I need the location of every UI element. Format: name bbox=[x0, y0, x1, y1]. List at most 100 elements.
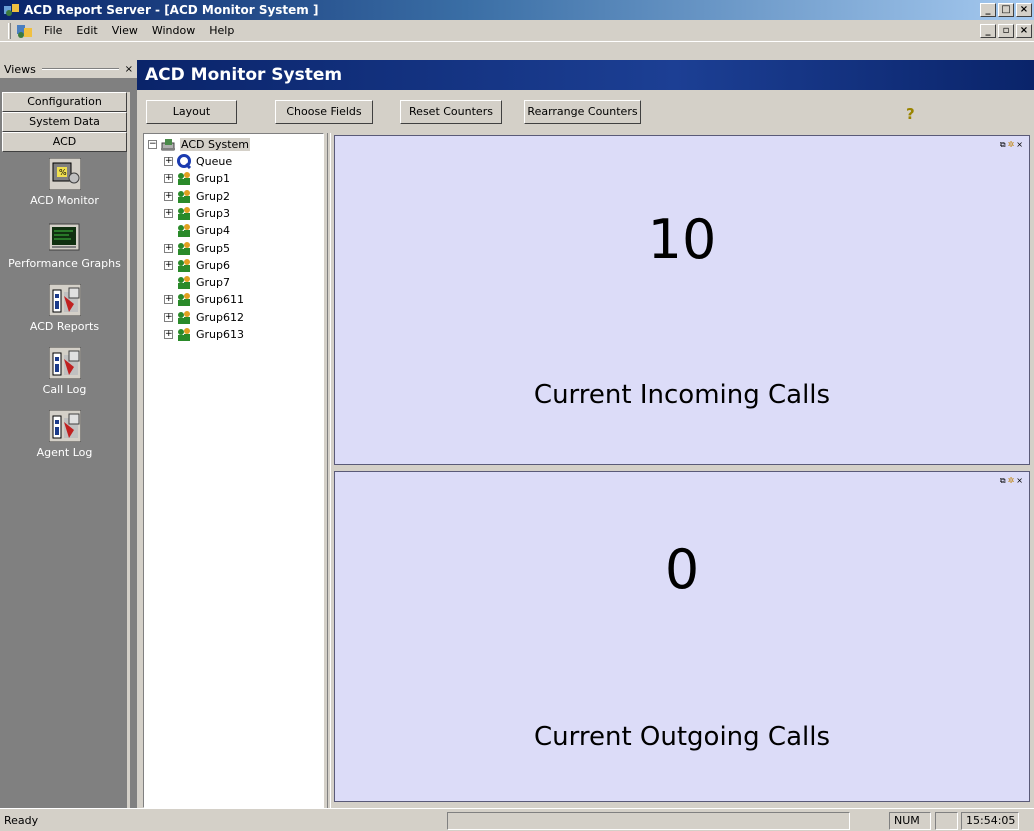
view-item-performance-graphs[interactable]: Performance Graphs bbox=[2, 221, 127, 270]
tree-node-label: Grup3 bbox=[196, 206, 230, 220]
tree-node[interactable]: + Grup1 bbox=[164, 170, 230, 187]
tree-node-label: Grup5 bbox=[196, 241, 230, 255]
expand-icon[interactable]: + bbox=[164, 174, 173, 184]
expand-icon[interactable]: + bbox=[164, 312, 173, 322]
counter-label: Current Incoming Calls bbox=[533, 380, 831, 410]
menu-window[interactable]: Window bbox=[145, 24, 202, 37]
close-button[interactable]: × bbox=[1016, 3, 1032, 17]
menu-view[interactable]: View bbox=[105, 24, 145, 37]
tree-node[interactable]: + Queue bbox=[164, 153, 232, 170]
mdi-close-button[interactable]: × bbox=[1016, 23, 1032, 38]
maximize-button[interactable]: □ bbox=[998, 3, 1014, 17]
tree-node[interactable]: + Grup613 bbox=[164, 326, 244, 343]
views-title: Views bbox=[4, 62, 36, 76]
panel-controls: ⧉ ✲ × bbox=[1000, 476, 1023, 486]
rearrange-counters-button[interactable]: Rearrange Counters bbox=[524, 100, 641, 124]
group-icon bbox=[176, 223, 192, 238]
app-icon[interactable] bbox=[4, 3, 20, 17]
status-bar: Ready NUM 15:54:05 bbox=[0, 808, 1034, 831]
group-icon bbox=[176, 189, 192, 204]
status-clock: 15:54:05 bbox=[961, 812, 1019, 830]
tree-node-label: Grup4 bbox=[196, 224, 230, 238]
group-icon bbox=[176, 241, 192, 256]
acd-monitor-icon: % bbox=[48, 157, 81, 191]
views-group-configuration[interactable]: Configuration bbox=[2, 92, 127, 112]
tree-node-label: Grup7 bbox=[196, 276, 230, 290]
menubar-grip[interactable] bbox=[8, 22, 11, 39]
group-icon bbox=[176, 258, 192, 273]
status-panel bbox=[447, 812, 850, 830]
close-icon[interactable]: × bbox=[1016, 476, 1023, 486]
view-item-acd-monitor[interactable]: % ACD Monitor bbox=[2, 157, 127, 207]
expand-icon[interactable]: + bbox=[164, 191, 173, 201]
status-num: NUM bbox=[889, 812, 931, 830]
expand-icon[interactable]: + bbox=[164, 260, 173, 270]
group-icon bbox=[176, 292, 192, 307]
tree-node[interactable]: + Grup612 bbox=[164, 309, 244, 326]
views-close-icon[interactable]: × bbox=[125, 64, 133, 75]
counter-value: 10 bbox=[647, 208, 717, 271]
tree-node-label: Grup1 bbox=[196, 172, 230, 186]
mdi-minimize-button[interactable]: _ bbox=[980, 23, 996, 38]
acd-system-icon bbox=[160, 137, 176, 152]
expand-icon[interactable]: + bbox=[164, 295, 173, 305]
queue-icon bbox=[176, 154, 192, 170]
close-icon[interactable]: × bbox=[1016, 140, 1023, 150]
view-item-agent-log[interactable]: Agent Log bbox=[2, 409, 127, 459]
tree-node[interactable]: Grup7 bbox=[164, 274, 230, 291]
restore-icon[interactable]: ⧉ bbox=[1000, 476, 1006, 486]
expand-icon[interactable]: + bbox=[164, 208, 173, 218]
restore-icon[interactable]: ⧉ bbox=[1000, 140, 1006, 150]
reset-counters-button[interactable]: Reset Counters bbox=[400, 100, 502, 124]
view-item-label: ACD Reports bbox=[29, 320, 100, 333]
expand-icon[interactable]: + bbox=[164, 157, 173, 166]
view-item-acd-reports[interactable]: ACD Reports bbox=[2, 283, 127, 333]
panel-controls: ⧉ ✲ × bbox=[1000, 140, 1023, 150]
view-item-call-log[interactable]: Call Log bbox=[2, 346, 127, 396]
choose-fields-button[interactable]: Choose Fields bbox=[275, 100, 373, 124]
group-icon bbox=[176, 275, 192, 290]
report-icon bbox=[48, 409, 81, 443]
mdi-restore-button[interactable]: ▫ bbox=[998, 23, 1014, 38]
report-icon bbox=[48, 283, 81, 317]
counter-label: Current Outgoing Calls bbox=[533, 722, 831, 752]
tree-node[interactable]: + Grup6 bbox=[164, 257, 230, 274]
view-item-label: Performance Graphs bbox=[8, 257, 121, 270]
view-item-label: Agent Log bbox=[36, 446, 93, 459]
minimize-button[interactable]: _ bbox=[980, 3, 996, 17]
gear-icon[interactable]: ✲ bbox=[1008, 140, 1015, 150]
views-list: Configuration System Data ACD % ACD Moni… bbox=[2, 92, 130, 808]
tree-line bbox=[164, 226, 173, 235]
tree-node[interactable]: + Grup3 bbox=[164, 205, 230, 222]
group-icon bbox=[176, 171, 192, 186]
collapse-icon[interactable]: − bbox=[148, 140, 157, 149]
menu-help[interactable]: Help bbox=[202, 24, 241, 37]
group-icon bbox=[176, 310, 192, 325]
title-bar: ACD Report Server - [ACD Monitor System … bbox=[0, 0, 1034, 20]
views-group-system-data[interactable]: System Data bbox=[2, 112, 127, 132]
expand-icon[interactable]: + bbox=[164, 243, 173, 253]
mdi-child-icon[interactable] bbox=[15, 23, 33, 39]
tree-splitter[interactable] bbox=[324, 133, 334, 808]
tree-node-label: Grup612 bbox=[196, 310, 244, 324]
expand-icon[interactable]: + bbox=[164, 330, 173, 339]
tree-node[interactable]: + Grup5 bbox=[164, 240, 230, 257]
tree-root[interactable]: − ACD System bbox=[148, 136, 250, 153]
menu-file[interactable]: File bbox=[37, 24, 69, 37]
tree-node-label: Grup2 bbox=[196, 189, 230, 203]
menu-edit[interactable]: Edit bbox=[69, 24, 104, 37]
acd-tree: − ACD System + Queue + Grup1 + Grup2 + Grup3 Gru… bbox=[143, 133, 324, 808]
status-scroll bbox=[935, 812, 958, 830]
views-header: Views × bbox=[0, 60, 137, 78]
counter-panel-outgoing: ⧉ ✲ × 0 Current Outgoing Calls bbox=[334, 471, 1030, 802]
tree-node[interactable]: Grup4 bbox=[164, 222, 230, 239]
layout-button[interactable]: Layout bbox=[146, 100, 237, 124]
help-icon[interactable]: ? bbox=[906, 105, 920, 123]
gear-icon[interactable]: ✲ bbox=[1008, 476, 1015, 486]
page-title: ACD Monitor System bbox=[137, 60, 1034, 90]
tree-node[interactable]: + Grup2 bbox=[164, 188, 230, 205]
tree-node-label: Queue bbox=[196, 155, 233, 168]
tree-node[interactable]: + Grup611 bbox=[164, 291, 244, 308]
counter-value: 0 bbox=[664, 538, 700, 601]
views-group-acd[interactable]: ACD bbox=[2, 132, 127, 152]
